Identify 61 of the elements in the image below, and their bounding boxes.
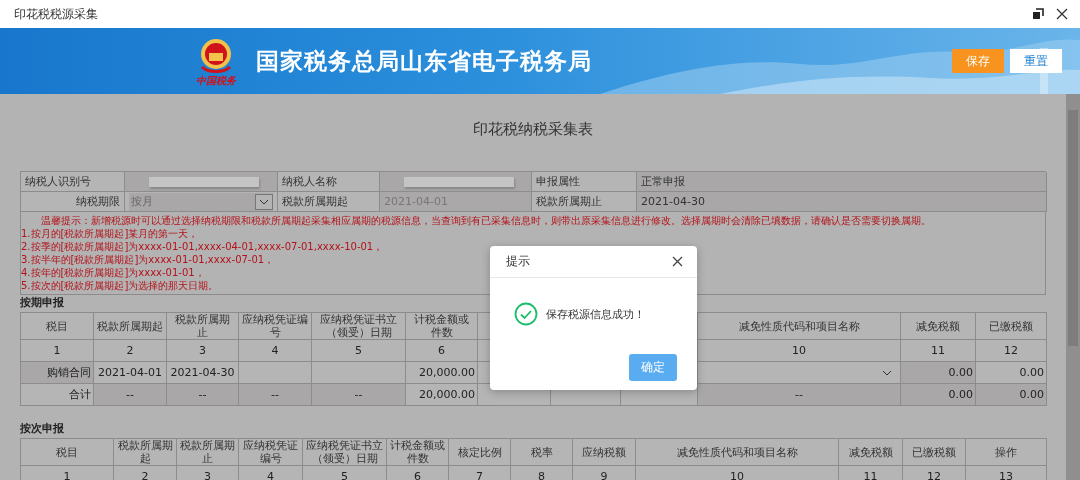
column-header: 税目 xyxy=(20,438,114,466)
restore-icon[interactable] xyxy=(1032,8,1044,20)
column-header: 已缴税额 xyxy=(902,438,966,466)
column-number: 10 xyxy=(697,339,901,362)
column-header: 税目 xyxy=(20,312,94,340)
table-cell: 购销合同 xyxy=(20,361,94,384)
notice-text: 1.按月的[税款所属期起]某月的第一天， xyxy=(21,227,199,240)
window-title: 印花税税源采集 xyxy=(14,5,99,23)
column-number: 1 xyxy=(20,339,94,362)
column-header: 税款所属期起 xyxy=(113,438,177,466)
column-header: 已缴税额 xyxy=(975,312,1047,340)
notice-text: 4.按年的[税款所属期起]为xxxx-01-01， xyxy=(21,266,205,279)
column-header: 计税金额或件数 xyxy=(405,312,478,340)
close-icon[interactable] xyxy=(672,256,683,267)
column-header: 税款所属期起 xyxy=(93,312,167,340)
chevron-down-icon xyxy=(259,198,269,205)
field-label: 纳税人名称 xyxy=(282,174,337,189)
section-title: 按期申报 xyxy=(20,296,65,310)
chevron-down-icon xyxy=(882,369,892,376)
close-icon[interactable] xyxy=(1056,8,1068,20)
column-header: 税款所属期止 xyxy=(176,438,239,466)
column-header: 减免税额 xyxy=(838,438,903,466)
column-header: 减免性质代码和项目名称 xyxy=(697,312,901,340)
site-title: 国家税务总局山东省电子税务局 xyxy=(256,46,593,76)
column-header: 计税金额或件数 xyxy=(386,438,449,466)
notice-text: 2.按季的[税款所属期起]为xxxx-01-01,xxxx-04-01,xxxx-07-01,xxxx-10-01， xyxy=(21,240,384,253)
period-select[interactable]: 按月 xyxy=(129,192,273,211)
notice-text: 5.按次的[税款所属期起]为选择的那天日期。 xyxy=(21,279,219,292)
column-header: 核定比例 xyxy=(448,438,511,466)
dialog-message: 保存税源信息成功！ xyxy=(546,306,645,322)
field-label: 税款所属期止 xyxy=(536,194,602,209)
column-header: 应纳税凭证书立（领受）日期 xyxy=(311,312,406,340)
logo-text: 中国税务 xyxy=(196,74,236,86)
column-header: 应纳税凭证书立（领受）日期 xyxy=(302,438,387,466)
dialog-title: 提示 xyxy=(506,253,530,270)
reset-button[interactable]: 重置 xyxy=(1010,49,1062,73)
check-circle-icon xyxy=(514,302,538,326)
column-header: 税率 xyxy=(510,438,573,466)
column-header: 应纳税凭证编号 xyxy=(238,438,303,466)
page-title: 印花税纳税采集表 xyxy=(473,120,593,138)
save-button[interactable]: 保存 xyxy=(952,49,1004,73)
column-header: 应纳税凭证编号 xyxy=(238,312,312,340)
table-cell: 合计 xyxy=(20,383,94,406)
confirm-button[interactable]: 确定 xyxy=(629,354,677,381)
table-cell: -- xyxy=(697,383,901,406)
scrollbar[interactable] xyxy=(1066,94,1080,480)
column-header: 应纳税额 xyxy=(572,438,636,466)
field-value: 正常申报 xyxy=(641,174,685,189)
field-label: 税款所属期起 xyxy=(282,194,348,209)
field-label: 纳税期限 xyxy=(76,194,120,209)
column-header: 减免税额 xyxy=(900,312,976,340)
notice-text: 温馨提示：新增税源时可以通过选择纳税期限和税款所属期起采集相应属期的税源信息，当查询到有已采集信息时，则带出原采集信息进行修改。选择属期时会清除已填数据，请确认是否需要切换属期。 xyxy=(40,214,931,227)
column-header: 减免性质代码和项目名称 xyxy=(635,438,839,466)
dropdown-field[interactable] xyxy=(697,361,901,384)
notice-text: 3.按半年的[税款所属期起]为xxxx-01-01,xxxx-07-01， xyxy=(21,253,275,266)
field-label: 纳税人识别号 xyxy=(25,174,91,189)
column-header: 税款所属期止 xyxy=(166,312,239,340)
column-header: 操作 xyxy=(965,438,1047,466)
section-title: 按次申报 xyxy=(20,422,65,436)
field-label: 申报属性 xyxy=(536,174,580,189)
field-value: 2021-04-30 xyxy=(641,195,705,208)
